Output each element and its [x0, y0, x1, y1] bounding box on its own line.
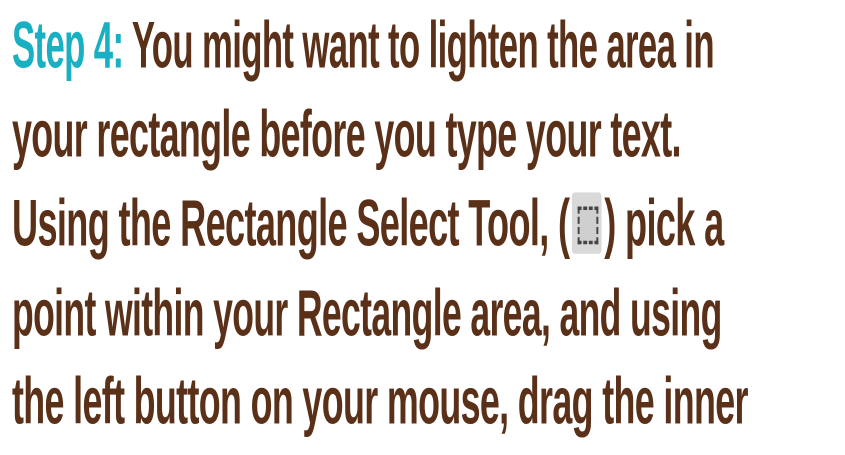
line-4-text: point within your Rectangle area, and us…	[12, 275, 722, 350]
line-2-text: your rectangle before you type your text…	[12, 96, 681, 171]
rectangle-select-icon	[572, 192, 602, 254]
line-3-before-icon: Using the Rectangle Select Tool, (	[12, 185, 570, 260]
instruction-line-4: point within your Rectangle area, and us…	[12, 279, 722, 346]
instruction-line-2: your rectangle before you type your text…	[12, 100, 681, 167]
line-3-after-icon: ) pick a	[604, 185, 724, 260]
line-5-text: the left button on your mouse, drag the …	[12, 363, 748, 438]
line-1-text: You might want to lighten the area in	[131, 7, 715, 82]
instruction-line-3: Using the Rectangle Select Tool, () pick…	[12, 189, 724, 259]
instruction-line-1: Step 4: You might want to lighten the ar…	[12, 11, 715, 78]
step-label: Step 4:	[12, 7, 124, 82]
instruction-line-5: the left button on your mouse, drag the …	[12, 367, 748, 434]
instruction-page: Step 4: You might want to lighten the ar…	[0, 0, 845, 455]
